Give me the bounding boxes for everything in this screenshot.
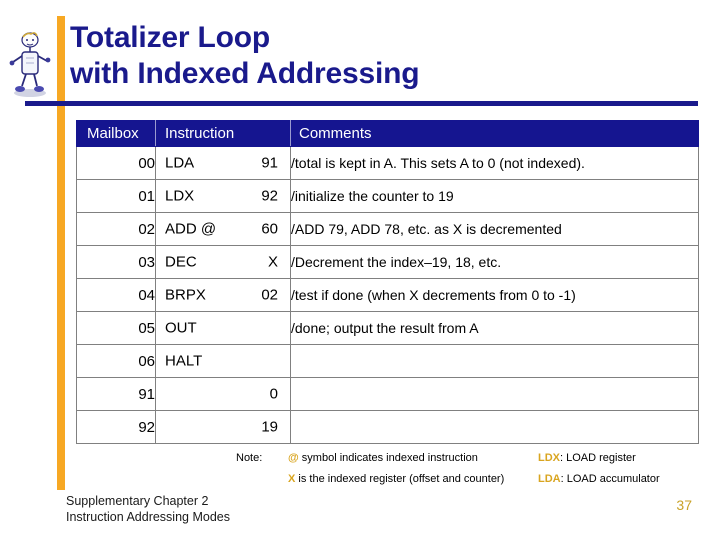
- note-x-symbol-text: is the indexed register (offset and coun…: [295, 473, 505, 485]
- column-header-comments: Comments: [290, 120, 699, 147]
- cell-comment: /done; output the result from A: [290, 311, 699, 345]
- column-header-mailbox: Mailbox: [76, 120, 156, 147]
- note-lda-text: : LOAD accumulator: [560, 473, 660, 485]
- footer-line-2: Instruction Addressing Modes: [66, 510, 230, 524]
- table-body: 00 LDA 91/total is kept in A. This sets A …: [76, 146, 699, 444]
- at-symbol-icon: @: [288, 452, 299, 464]
- cell-instruction: BRPX 02: [155, 278, 291, 312]
- instruction-operand: 60: [261, 220, 278, 238]
- cell-instruction: ADD @ 60: [155, 212, 291, 246]
- program-listing-table: Mailbox Instruction Comments 00 LDA 91/tot…: [76, 120, 699, 444]
- table-row: 00 LDA 91/total is kept in A. This sets A …: [76, 146, 699, 180]
- note-lda-key: LDA: [538, 473, 561, 485]
- table-row: 05 OUT/done; output the result from A: [76, 311, 699, 345]
- table-row: 02 ADD @ 60/ADD 79, ADD 78, etc. as X is d…: [76, 212, 699, 246]
- table-row: 01 LDX 92/initialize the counter to 19: [76, 179, 699, 213]
- cell-comment: /initialize the counter to 19: [290, 179, 699, 213]
- instruction-operand: X: [267, 253, 278, 271]
- cell-instruction: DEC X: [155, 245, 291, 279]
- instruction-opcode: ADD @: [165, 220, 217, 238]
- slide-footer: Supplementary Chapter 2 Instruction Addr…: [66, 493, 230, 525]
- instruction-opcode: DEC: [165, 253, 197, 271]
- cell-comment: [290, 410, 699, 444]
- cell-mailbox: 03: [76, 245, 156, 279]
- cell-instruction: HALT: [155, 344, 291, 378]
- cell-instruction: 0: [155, 377, 291, 411]
- note-ldx-key: LDX: [538, 452, 560, 464]
- cell-mailbox: 92: [76, 410, 156, 444]
- cell-mailbox: 00: [76, 146, 156, 180]
- instruction-operand: 02: [261, 286, 278, 304]
- cell-instruction: OUT: [155, 311, 291, 345]
- notes-row-1: Note: @ symbol indicates indexed instruc…: [236, 452, 706, 473]
- cell-comment: /test if done (when X decrements from 0 …: [290, 278, 699, 312]
- note-x-symbol-line: X is the indexed register (offset and co…: [288, 473, 538, 485]
- notes-block: Note: @ symbol indicates indexed instruc…: [236, 452, 706, 494]
- instruction-operand: 92: [261, 187, 278, 205]
- cell-instruction: 19: [155, 410, 291, 444]
- accent-vertical-bar: [57, 16, 65, 490]
- notes-row-2: X is the indexed register (offset and co…: [236, 473, 706, 494]
- table-row: 92 19: [76, 410, 699, 444]
- table-row: 06 HALT: [76, 344, 699, 378]
- cell-comment: /Decrement the index–19, 18, etc.: [290, 245, 699, 279]
- page-number: 37: [676, 497, 692, 513]
- instruction-operand: 19: [261, 418, 278, 436]
- cell-instruction: LDX 92: [155, 179, 291, 213]
- cell-instruction: LDA 91: [155, 146, 291, 180]
- instruction-opcode: LDA: [165, 154, 195, 172]
- table-row: 03 DEC X/Decrement the index–19, 18, etc.: [76, 245, 699, 279]
- title-divider-rule: [25, 101, 698, 106]
- note-ldx-text: : LOAD register: [560, 452, 636, 464]
- note-at-symbol-line: @ symbol indicates indexed instruction: [288, 452, 538, 464]
- cell-mailbox: 06: [76, 344, 156, 378]
- footer-line-1: Supplementary Chapter 2: [66, 494, 209, 508]
- slide-title: Totalizer Loop with Indexed Addressing: [70, 20, 710, 92]
- cell-mailbox: 04: [76, 278, 156, 312]
- cell-comment: [290, 344, 699, 378]
- instruction-opcode: HALT: [165, 352, 203, 370]
- cell-mailbox: 91: [76, 377, 156, 411]
- cell-comment: /ADD 79, ADD 78, etc. as X is decremente…: [290, 212, 699, 246]
- slide-title-line-1: Totalizer Loop: [70, 21, 270, 54]
- notes-label: Note:: [236, 452, 263, 464]
- instruction-opcode: LDX: [165, 187, 195, 205]
- slide-title-line-2: with Indexed Addressing: [70, 57, 420, 90]
- table-row: 04 BRPX 02/test if done (when X decrements…: [76, 278, 699, 312]
- instruction-operand: 91: [261, 154, 278, 172]
- note-ldx-line: LDX: LOAD register: [538, 452, 706, 464]
- cell-mailbox: 05: [76, 311, 156, 345]
- note-lda-line: LDA: LOAD accumulator: [538, 473, 706, 485]
- instruction-opcode: OUT: [165, 319, 197, 337]
- table-row: 91 0: [76, 377, 699, 411]
- cell-comment: [290, 377, 699, 411]
- instruction-opcode: BRPX: [165, 286, 206, 304]
- cell-mailbox: 01: [76, 179, 156, 213]
- cell-comment: /total is kept in A. This sets A to 0 (n…: [290, 146, 699, 180]
- cartoon-figure-clipart: [6, 28, 54, 98]
- cell-mailbox: 02: [76, 212, 156, 246]
- note-at-symbol-text: symbol indicates indexed instruction: [298, 452, 478, 464]
- table-header-row: Mailbox Instruction Comments: [76, 120, 699, 147]
- column-header-instruction: Instruction: [155, 120, 291, 147]
- instruction-operand: 0: [269, 385, 278, 403]
